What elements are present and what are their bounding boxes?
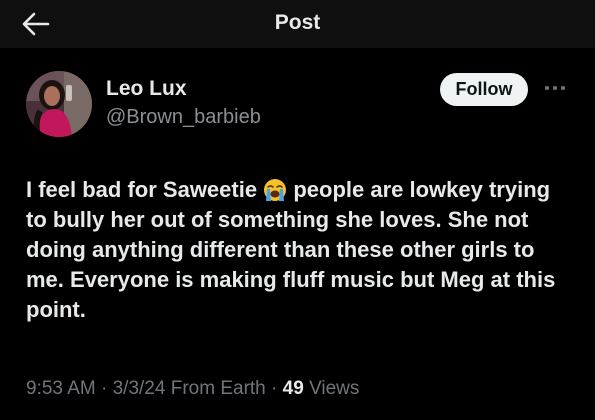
tweet-text-start: I feel bad for Saweetie [26,177,258,202]
views-count[interactable]: 49 [283,378,304,399]
profile-photo [26,71,92,137]
loudly-crying-face-icon [263,178,287,202]
follow-button[interactable]: Follow [440,73,528,106]
display-name[interactable]: Leo Lux [106,77,187,101]
views-label[interactable]: Views [309,378,359,399]
tweet-text: I feel bad for Saweetie people are lowke… [26,175,576,325]
post-time[interactable]: 9:53 AM [26,378,96,399]
page-title: Post [274,11,321,34]
header-bar: Post [0,0,595,48]
more-options-button[interactable] [543,80,567,96]
more-horizontal-icon [545,86,565,90]
post-source: From Earth [170,378,266,399]
tweet-meta: 9:53 AM · 3/3/24 From Earth · 49 Views [26,378,359,400]
meta-separator: · [101,378,108,399]
post-date[interactable]: 3/3/24 [113,378,166,399]
avatar[interactable] [26,71,92,137]
meta-separator: · [271,378,278,399]
user-handle[interactable]: @Brown_barbieb [106,106,261,129]
